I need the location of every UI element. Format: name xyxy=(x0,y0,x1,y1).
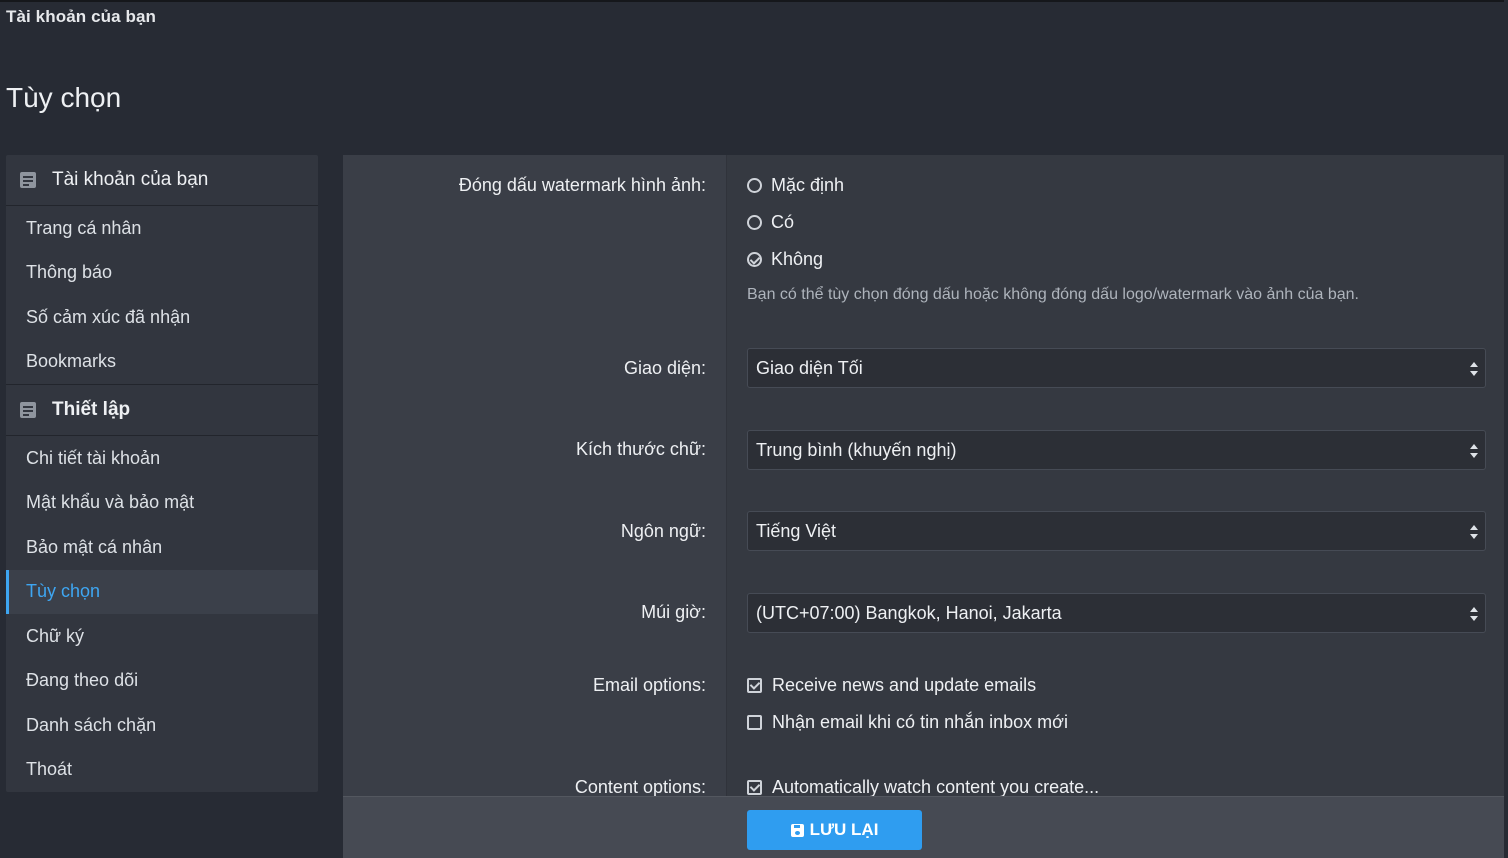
font-size-select[interactable]: Trung bình (khuyến nghị) xyxy=(747,430,1486,470)
email-option-news[interactable]: Receive news and update emails xyxy=(747,675,1036,696)
radio-button[interactable] xyxy=(747,215,762,230)
theme-select[interactable]: Giao diện Tối xyxy=(747,348,1486,388)
sidebar-item-preferences[interactable]: Tùy chọn xyxy=(6,569,318,614)
sidebar-group-settings: Chi tiết tài khoản Mật khẩu và bảo mật B… xyxy=(6,436,318,792)
timezone-select-value: (UTC+07:00) Bangkok, Hanoi, Jakarta xyxy=(756,602,1062,623)
select-arrows-icon xyxy=(1470,444,1478,458)
checkbox-checked[interactable] xyxy=(747,780,762,795)
form-label-column: Đóng dấu watermark hình ảnh: Giao diện: … xyxy=(343,155,727,797)
form-footer: LƯU LẠI xyxy=(343,796,1504,858)
top-border xyxy=(0,0,1508,2)
select-arrows-icon xyxy=(1470,607,1478,621)
watermark-option-yes[interactable]: Có xyxy=(747,212,794,233)
sidebar-item-following[interactable]: Đang theo dõi xyxy=(6,659,318,704)
sidebar-header-settings[interactable]: Thiết lập xyxy=(6,385,318,436)
page-edge xyxy=(1504,0,1508,857)
email-options-label: Email options: xyxy=(592,675,706,695)
theme-label: Giao diện: xyxy=(623,358,706,378)
sidebar-item-bookmarks[interactable]: Bookmarks xyxy=(6,340,318,385)
language-select-value: Tiếng Việt xyxy=(756,520,837,541)
select-arrows-icon xyxy=(1470,525,1478,539)
breadcrumb[interactable]: Tài khoản của bạn xyxy=(6,7,156,27)
radio-label: Không xyxy=(771,249,824,269)
content-option-watch[interactable]: Automatically watch content you create..… xyxy=(747,777,1099,798)
checkbox-label: Automatically watch content you create..… xyxy=(772,777,1100,797)
sidebar-header-label: Tài khoản của bạn xyxy=(52,169,209,190)
language-select[interactable]: Tiếng Việt xyxy=(747,511,1486,551)
language-label: Ngôn ngữ: xyxy=(620,521,706,541)
preferences-form: Đóng dấu watermark hình ảnh: Giao diện: … xyxy=(343,155,1504,858)
timezone-select[interactable]: (UTC+07:00) Bangkok, Hanoi, Jakarta xyxy=(747,593,1486,633)
radio-label: Có xyxy=(771,212,795,232)
font-size-label: Kích thước chữ: xyxy=(576,439,706,459)
sidebar-item-signature[interactable]: Chữ ký xyxy=(6,614,318,659)
watermark-label: Đóng dấu watermark hình ảnh: xyxy=(458,175,706,195)
select-arrows-icon xyxy=(1470,362,1478,376)
timezone-label: Múi giờ: xyxy=(641,602,706,622)
watermark-option-no[interactable]: Không xyxy=(747,249,823,270)
save-button[interactable]: LƯU LẠI xyxy=(747,810,922,850)
font-size-select-value: Trung bình (khuyến nghị) xyxy=(756,439,957,460)
content-options-label: Content options: xyxy=(574,777,706,797)
email-option-inbox[interactable]: Nhận email khi có tin nhắn inbox mới xyxy=(747,712,1068,733)
save-button-label: LƯU LẠI xyxy=(809,820,879,839)
sidebar-group-account: Trang cá nhân Thông báo Số cảm xúc đã nh… xyxy=(6,206,318,385)
save-icon xyxy=(790,823,804,837)
sidebar-item-account-details[interactable]: Chi tiết tài khoản xyxy=(6,436,318,481)
page-title: Tùy chọn xyxy=(6,82,122,113)
sidebar: Tài khoản của bạn Trang cá nhân Thông bá… xyxy=(6,155,318,792)
sidebar-item-notifications[interactable]: Thông báo xyxy=(6,251,318,296)
checkbox-label: Receive news and update emails xyxy=(772,675,1037,695)
watermark-option-default[interactable]: Mặc định xyxy=(747,175,844,196)
sidebar-item-profile[interactable]: Trang cá nhân xyxy=(6,206,318,251)
radio-button[interactable] xyxy=(747,178,762,193)
sidebar-item-logout[interactable]: Thoát xyxy=(6,748,318,793)
sidebar-header-account[interactable]: Tài khoản của bạn xyxy=(6,155,318,206)
checkbox-label: Nhận email khi có tin nhắn inbox mới xyxy=(772,712,1068,732)
radio-button-checked[interactable] xyxy=(747,252,762,267)
radio-label: Mặc định xyxy=(771,175,845,195)
checkbox[interactable] xyxy=(747,715,762,730)
watermark-hint: Bạn có thể tùy chọn đóng dấu hoặc không … xyxy=(747,286,1359,303)
sidebar-item-ignored[interactable]: Danh sách chặn xyxy=(6,703,318,748)
sidebar-item-password-security[interactable]: Mật khẩu và bảo mật xyxy=(6,481,318,526)
sidebar-item-reactions[interactable]: Số cảm xúc đã nhận xyxy=(6,295,318,340)
sidebar-item-privacy[interactable]: Bảo mật cá nhân xyxy=(6,525,318,570)
sidebar-header-label: Thiết lập xyxy=(52,399,131,420)
theme-select-value: Giao diện Tối xyxy=(756,357,863,378)
form-value-column: Mặc định Có Không Bạn có thể tùy chọn đó… xyxy=(727,155,1504,798)
checkbox-checked[interactable] xyxy=(747,678,762,693)
document-icon xyxy=(20,172,36,188)
document-icon xyxy=(20,402,36,418)
